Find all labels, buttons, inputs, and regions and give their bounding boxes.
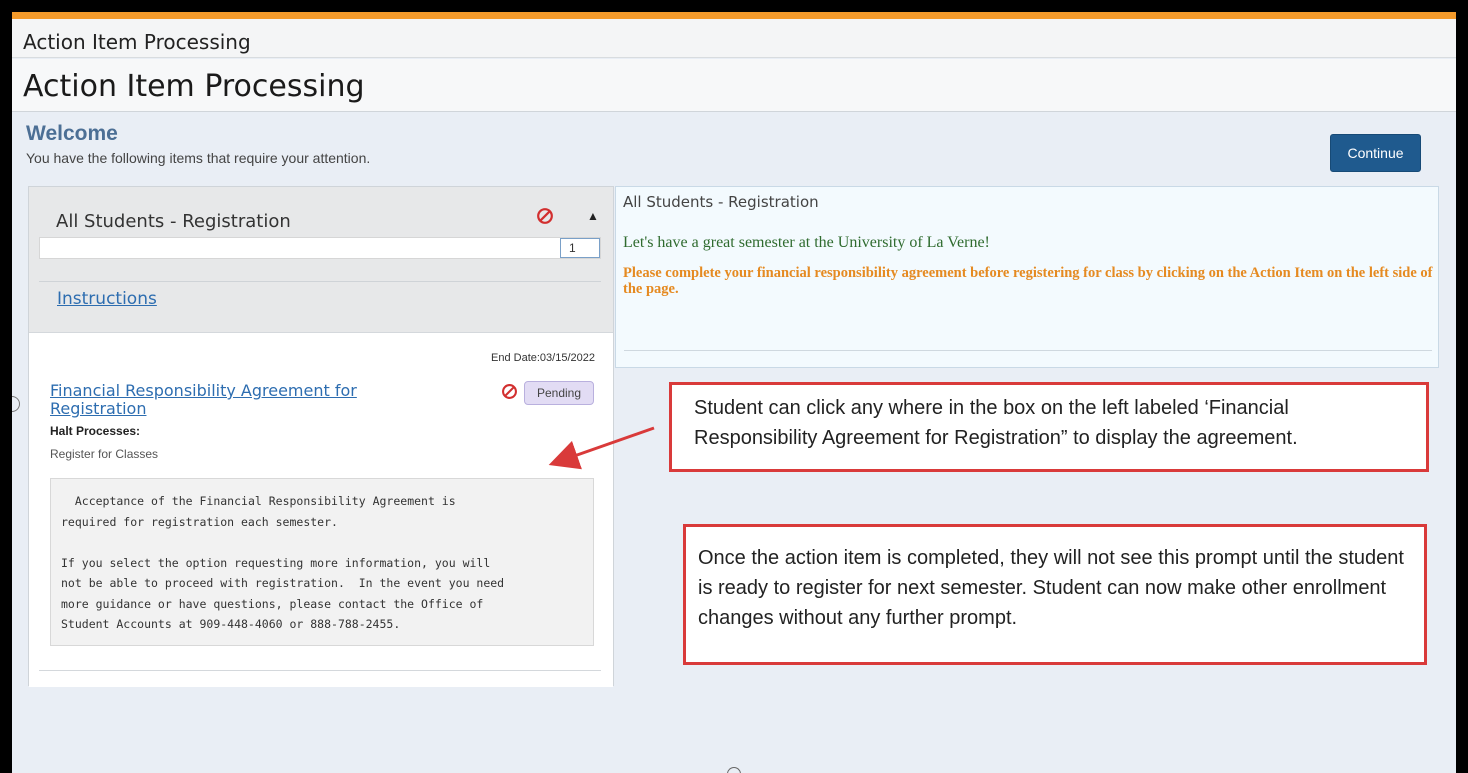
- scroll-handle-icon: [727, 767, 741, 773]
- breadcrumb-label: Action Item Processing: [23, 30, 251, 54]
- top-accent-bar: [12, 12, 1456, 19]
- stop-icon: [502, 384, 517, 399]
- group-header[interactable]: All Students - Registration ▲ 1 Instruct…: [29, 187, 613, 332]
- message-panel-title: All Students - Registration: [623, 193, 819, 211]
- action-item-card[interactable]: End Date:03/15/2022 Financial Responsibi…: [29, 332, 613, 687]
- divider: [39, 670, 601, 671]
- action-item-title-link[interactable]: Financial Responsibility Agreement for R…: [50, 382, 380, 418]
- action-item-panel: All Students - Registration ▲ 1 Instruct…: [28, 186, 614, 687]
- progress-count: 1: [560, 238, 600, 258]
- stop-icon: [537, 208, 553, 224]
- group-message-panel: All Students - Registration Let's have a…: [615, 186, 1439, 368]
- expand-handle-icon: [12, 396, 20, 412]
- caret-up-icon[interactable]: ▲: [587, 209, 599, 223]
- page-title: Action Item Processing: [23, 69, 365, 104]
- divider: [39, 281, 601, 282]
- halt-processes-label: Halt Processes:: [50, 424, 141, 438]
- halt-processes-value: Register for Classes: [50, 447, 159, 461]
- annotation-arrow-icon: [548, 426, 655, 470]
- welcome-heading: Welcome: [26, 122, 118, 145]
- end-date: End Date:03/15/2022: [491, 352, 595, 364]
- continue-button[interactable]: Continue: [1330, 134, 1421, 172]
- instruction-message: Please complete your financial responsib…: [623, 265, 1433, 297]
- welcome-message: Let's have a great semester at the Unive…: [623, 234, 990, 251]
- group-title: All Students - Registration: [56, 211, 291, 232]
- annotation-callout: Student can click any where in the box o…: [669, 382, 1429, 472]
- group-progress-bar: 1: [39, 237, 601, 259]
- page-header: Action Item Processing: [12, 59, 1456, 112]
- divider: [624, 350, 1432, 351]
- app-window: Action Item Processing Action Item Proce…: [12, 12, 1456, 773]
- annotation-callout: Once the action item is completed, they …: [683, 524, 1427, 665]
- breadcrumb: Action Item Processing: [12, 19, 1456, 58]
- item-description: Acceptance of the Financial Responsibili…: [50, 478, 594, 646]
- welcome-subtitle: You have the following items that requir…: [26, 150, 371, 166]
- status-badge: Pending: [524, 381, 594, 405]
- instructions-link[interactable]: Instructions: [57, 289, 157, 309]
